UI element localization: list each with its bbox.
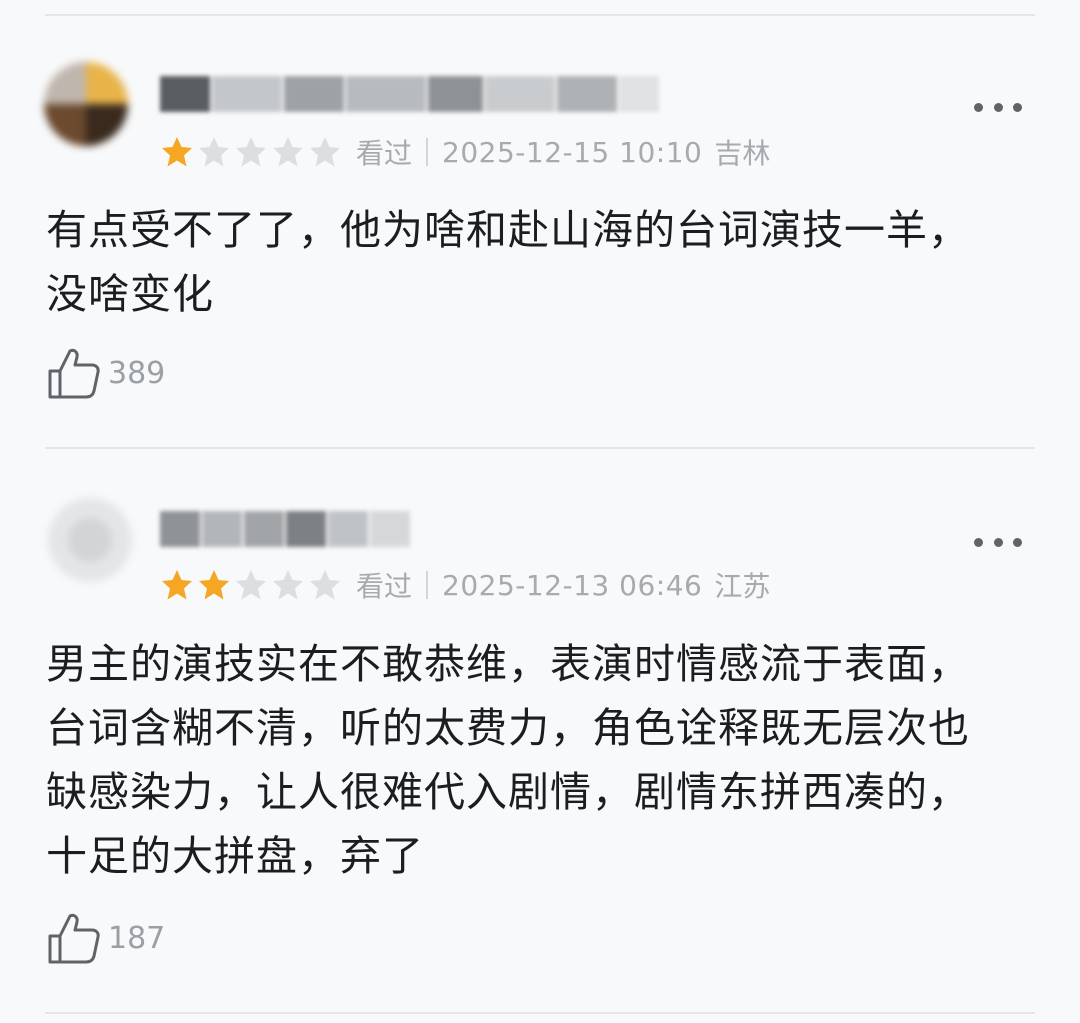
like-button[interactable]: 389	[46, 345, 165, 401]
username-blurred[interactable]	[160, 510, 410, 548]
meta-separator	[426, 138, 429, 166]
star-rating	[160, 135, 342, 169]
more-options-icon[interactable]	[974, 532, 1022, 552]
star-filled-icon	[162, 137, 192, 167]
star-empty-icon	[310, 570, 340, 600]
star-empty-icon	[236, 570, 266, 600]
review-text: 男主的演技实在不敢恭维，表演时情感流于表面， 台词含糊不清，听的太费力，角色诠释…	[46, 632, 1046, 888]
star-filled-icon	[162, 570, 192, 600]
like-count: 187	[108, 920, 166, 956]
divider-bottom	[45, 1012, 1035, 1014]
star-rating	[160, 568, 342, 602]
review-text-line: 缺感染力，让人很难代入剧情，剧情东拼西凑的，	[46, 768, 970, 816]
review-text-line: 有点受不了了，他为啥和赴山海的台词演技一羊，	[46, 206, 970, 254]
review-text-line: 没啥变化	[46, 270, 214, 318]
review-card: 看过 2025-12-15 10:10 吉林 有点受不了了，他为啥和赴山海的台词…	[0, 0, 1080, 450]
watched-label: 看过	[356, 570, 413, 603]
review-text: 有点受不了了，他为啥和赴山海的台词演技一羊， 没啥变化	[46, 198, 1046, 326]
review-location: 江苏	[714, 570, 771, 603]
star-empty-icon	[310, 137, 340, 167]
review-text-line: 台词含糊不清，听的太费力，角色诠释既无层次也	[46, 704, 970, 752]
like-count: 389	[108, 355, 166, 391]
username-blurred[interactable]	[160, 75, 659, 113]
star-filled-icon	[199, 570, 229, 600]
like-button[interactable]: 187	[46, 910, 165, 966]
review-card: 看过 2025-12-13 06:46 江苏 男主的演技实在不敢恭维，表演时情感…	[0, 450, 1080, 1023]
meta-separator	[426, 571, 429, 599]
divider-middle	[45, 447, 1035, 449]
avatar[interactable]	[44, 62, 128, 146]
star-empty-icon	[199, 137, 229, 167]
review-location: 吉林	[714, 137, 771, 170]
review-text-line: 十足的大拼盘，弃了	[46, 832, 424, 880]
review-timestamp: 2025-12-13 06:46	[442, 568, 703, 602]
thumbs-up-icon	[48, 348, 100, 399]
star-empty-icon	[273, 137, 303, 167]
star-empty-icon	[273, 570, 303, 600]
review-meta: 看过 2025-12-13 06:46 江苏	[160, 565, 770, 605]
review-timestamp: 2025-12-15 10:10	[442, 135, 703, 169]
avatar[interactable]	[48, 498, 132, 582]
more-options-icon[interactable]	[974, 97, 1022, 117]
review-feed: 看过 2025-12-15 10:10 吉林 有点受不了了，他为啥和赴山海的台词…	[0, 0, 1080, 1023]
review-meta: 看过 2025-12-15 10:10 吉林	[160, 132, 770, 172]
thumbs-up-icon	[48, 913, 100, 964]
star-empty-icon	[236, 137, 266, 167]
review-text-line: 男主的演技实在不敢恭维，表演时情感流于表面，	[46, 640, 970, 688]
watched-label: 看过	[356, 137, 413, 170]
